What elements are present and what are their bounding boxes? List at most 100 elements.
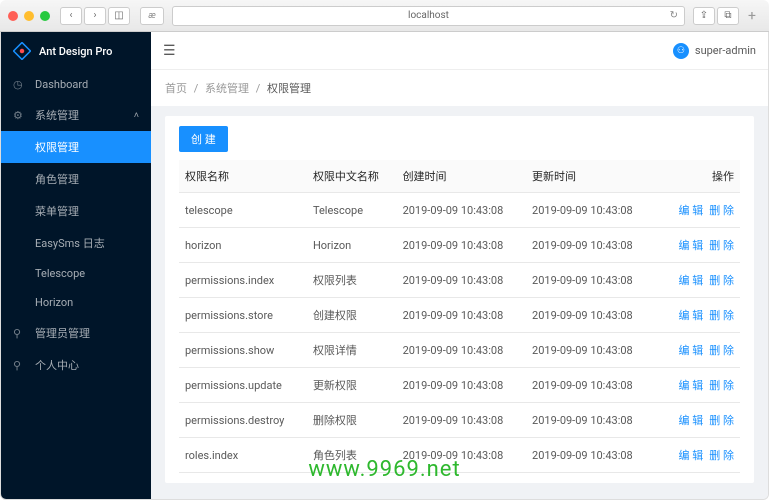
app-container: Ant Design Pro ◷ Dashboard ⚙ 系统管理 ˄ 权限管理… [0,32,769,500]
cell-updated: 2019-09-09 10:43:08 [526,333,655,368]
user-icon: ⚲ [13,359,27,372]
nav-buttons: ‹ › ◫ [60,7,130,25]
user-icon: ⚲ [13,327,27,340]
cell-created: 2019-09-09 10:43:08 [397,333,526,368]
logo-row[interactable]: Ant Design Pro [1,32,151,70]
sidebar-item-admin[interactable]: ⚲ 管理员管理 [1,317,151,349]
cell-updated: 2019-09-09 10:43:08 [526,298,655,333]
sidebar-label: 管理员管理 [35,325,90,341]
cell-created: 2019-09-09 10:43:08 [397,228,526,263]
content-wrap: 创 建 权限名称 权限中文名称 创建时间 更新时间 操作 telescopeTe… [151,106,768,499]
extension-icon[interactable]: æ [140,7,164,25]
menu-collapse-icon[interactable]: ☰ [163,43,176,59]
edit-link[interactable]: 编 辑 [679,309,704,322]
back-button[interactable]: ‹ [60,7,82,25]
cell-actions: 编 辑删 除 [656,228,740,263]
cell-cn: 更新权限 [307,368,397,403]
delete-link[interactable]: 删 除 [709,449,734,462]
permissions-table: 权限名称 权限中文名称 创建时间 更新时间 操作 telescopeTelesc… [179,160,740,473]
cell-cn: 删除权限 [307,403,397,438]
table-row: permissions.update更新权限2019-09-09 10:43:0… [179,368,740,403]
breadcrumb-home[interactable]: 首页 [165,82,187,95]
sidebar-item-role[interactable]: 角色管理 [1,163,151,195]
cell-name: roles.index [179,438,307,473]
cell-updated: 2019-09-09 10:43:08 [526,403,655,438]
table-row: telescopeTelescope2019-09-09 10:43:08201… [179,193,740,228]
delete-link[interactable]: 删 除 [709,274,734,287]
delete-link[interactable]: 删 除 [709,204,734,217]
main-area: ☰ ⚇ super-admin 首页 / 系统管理 / 权限管理 创 建 权限名… [151,32,768,499]
new-tab-button[interactable]: + [743,7,761,25]
cell-updated: 2019-09-09 10:43:08 [526,193,655,228]
sidebar-item-menu[interactable]: 菜单管理 [1,195,151,227]
cell-actions: 编 辑删 除 [656,193,740,228]
sidebar-label: 个人中心 [35,357,79,373]
gear-icon: ⚙ [13,109,27,122]
cell-name: permissions.update [179,368,307,403]
maximize-window-icon[interactable] [40,11,50,21]
edit-link[interactable]: 编 辑 [679,379,704,392]
delete-link[interactable]: 删 除 [709,414,734,427]
close-window-icon[interactable] [8,11,18,21]
delete-link[interactable]: 删 除 [709,344,734,357]
sidebar-item-permission[interactable]: 权限管理 [1,131,151,163]
sidebar-item-system[interactable]: ⚙ 系统管理 ˄ [1,99,151,131]
cell-name: horizon [179,228,307,263]
cell-name: telescope [179,193,307,228]
cell-actions: 编 辑删 除 [656,438,740,473]
cell-created: 2019-09-09 10:43:08 [397,438,526,473]
tabs-icon[interactable]: ⧉ [717,7,739,25]
edit-link[interactable]: 编 辑 [679,204,704,217]
th-name: 权限名称 [179,160,307,193]
url-bar[interactable]: localhost ↻ [172,6,685,26]
cell-name: permissions.destroy [179,403,307,438]
share-icon[interactable]: ⇪ [693,7,715,25]
cell-updated: 2019-09-09 10:43:08 [526,438,655,473]
sidebar-item-easysms[interactable]: EasySms 日志 [1,227,151,259]
cell-created: 2019-09-09 10:43:08 [397,403,526,438]
table-row: roles.index角色列表2019-09-09 10:43:082019-0… [179,438,740,473]
create-button[interactable]: 创 建 [179,126,228,152]
table-row: horizonHorizon2019-09-09 10:43:082019-09… [179,228,740,263]
breadcrumb: 首页 / 系统管理 / 权限管理 [151,70,768,106]
cell-actions: 编 辑删 除 [656,403,740,438]
breadcrumb-system[interactable]: 系统管理 [205,82,249,95]
sidebar-label: 系统管理 [35,107,79,123]
edit-link[interactable]: 编 辑 [679,344,704,357]
cell-updated: 2019-09-09 10:43:08 [526,368,655,403]
cell-cn: Telescope [307,193,397,228]
cell-created: 2019-09-09 10:43:08 [397,263,526,298]
cell-cn: 创建权限 [307,298,397,333]
cell-cn: 角色列表 [307,438,397,473]
cell-name: permissions.show [179,333,307,368]
edit-link[interactable]: 编 辑 [679,239,704,252]
user-area[interactable]: ⚇ super-admin [673,43,756,59]
refresh-icon[interactable]: ↻ [670,10,678,21]
cell-actions: 编 辑删 除 [656,263,740,298]
edit-link[interactable]: 编 辑 [679,274,704,287]
sidebar-item-telescope[interactable]: Telescope [1,259,151,288]
header-bar: ☰ ⚇ super-admin [151,32,768,70]
edit-link[interactable]: 编 辑 [679,414,704,427]
cell-created: 2019-09-09 10:43:08 [397,298,526,333]
delete-link[interactable]: 删 除 [709,309,734,322]
url-text: localhost [408,10,449,21]
forward-button[interactable]: › [84,7,106,25]
delete-link[interactable]: 删 除 [709,239,734,252]
delete-link[interactable]: 删 除 [709,379,734,392]
table-row: permissions.index权限列表2019-09-09 10:43:08… [179,263,740,298]
minimize-window-icon[interactable] [24,11,34,21]
th-action: 操作 [656,160,740,193]
app-title: Ant Design Pro [39,45,112,58]
avatar: ⚇ [673,43,689,59]
breadcrumb-sep: / [194,82,199,95]
sidebar-item-dashboard[interactable]: ◷ Dashboard [1,70,151,99]
cell-name: permissions.store [179,298,307,333]
cell-created: 2019-09-09 10:43:08 [397,368,526,403]
edit-link[interactable]: 编 辑 [679,449,704,462]
sidebar-item-horizon[interactable]: Horizon [1,288,151,317]
sidebar-item-personal[interactable]: ⚲ 个人中心 [1,349,151,381]
sidebar-toggle-icon[interactable]: ◫ [108,7,130,25]
cell-updated: 2019-09-09 10:43:08 [526,263,655,298]
table-row: permissions.show权限详情2019-09-09 10:43:082… [179,333,740,368]
